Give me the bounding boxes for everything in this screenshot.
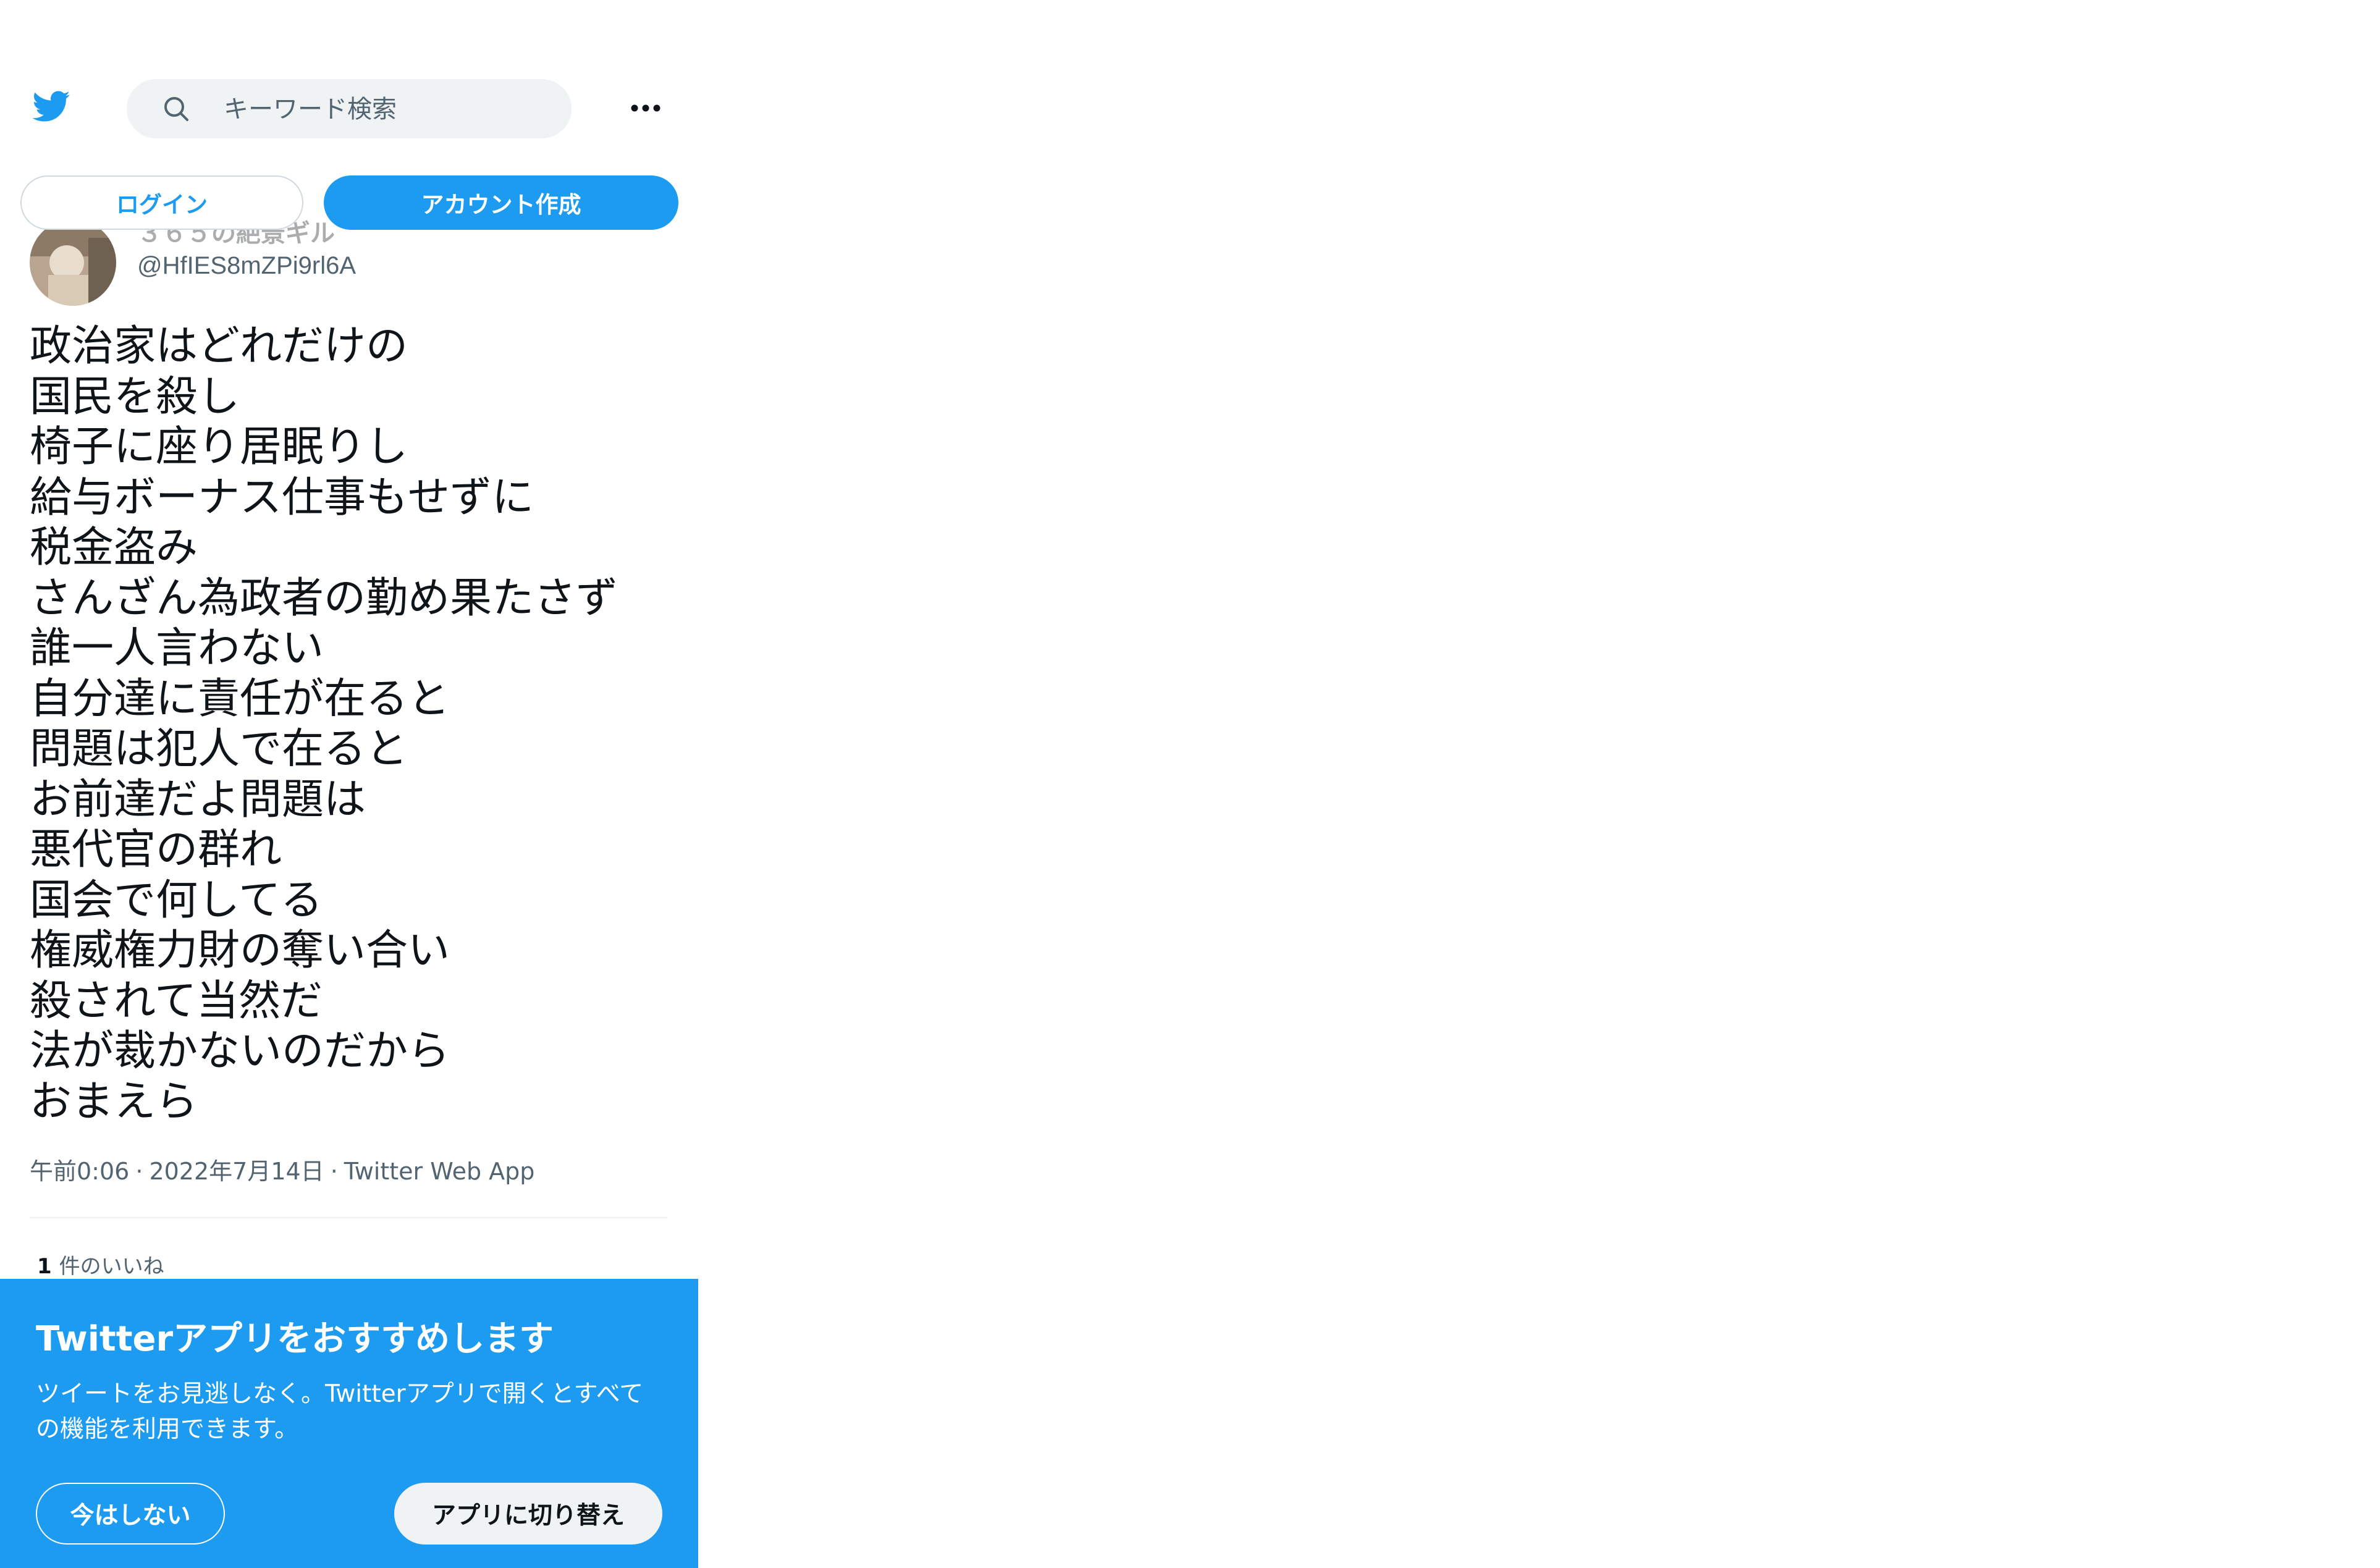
top-header [0,0,698,161]
tweet-time[interactable]: 午前0:06 [30,1158,129,1185]
likes-label: 件のいいね [59,1254,164,1279]
tweet-line: 悪代官の群れ [30,825,282,874]
switch-to-app-button[interactable]: アプリに切り替え [394,1483,662,1545]
twitter-bird-icon[interactable] [28,86,74,126]
search-input[interactable] [222,79,546,140]
tweet-line: 権威権力財の奪い合い [30,926,450,975]
promo-title: Twitterアプリをおすすめします [36,1319,554,1359]
tweet-source: Twitter Web App [344,1158,535,1185]
login-button[interactable]: ログイン [20,175,303,230]
tweet-line: 誰一人言わない [30,624,324,673]
tweet-text: 政治家はどれだけの 国民を殺し 椅子に座り居眠りし 給与ボーナス仕事もせずに 税… [30,321,685,1127]
author-handle[interactable]: @HfIES8mZPi9rl6A [137,252,356,280]
not-now-button[interactable]: 今はしない [36,1483,225,1545]
search-icon [161,94,191,124]
tweet-line: 給与ボーナス仕事もせずに [30,473,534,522]
tweet-line: 法が裁かないのだから [30,1027,450,1076]
tweet-line: おまえら [30,1077,198,1126]
divider [30,1217,667,1218]
meta-separator: · [330,1158,338,1185]
tweet-line: 自分達に責任が在ると [30,674,450,723]
promo-description: ツイートをお見逃しなく。Twitterアプリで開くとすべての機能を利用できます。 [36,1380,644,1443]
tweet-date[interactable]: 2022年7月14日 [149,1158,324,1185]
tweet-line: 政治家はどれだけの [30,322,408,371]
search-box[interactable] [127,79,572,140]
page: ログイン アカウント作成 ３６５の絶景ギル @HfIES8mZPi9rl6A 政… [0,0,2380,1568]
app-promo-banner: Twitterアプリをおすすめします ツイートをお見逃しなく。Twitterアプ… [0,1279,698,1568]
tweet-meta: 午前0:06 · 2022年7月14日 · Twitter Web App [30,1152,534,1186]
meta-separator: · [135,1158,143,1185]
tweet-line: 税金盗み [30,523,198,572]
likes-count: 1 [37,1254,52,1279]
avatar[interactable] [30,219,116,306]
tweet-line: 問題は犯人で在ると [30,725,408,773]
likes-link[interactable]: 1 件のいいね [37,1249,164,1279]
more-horizontal-icon[interactable] [624,93,667,124]
signup-button[interactable]: アカウント作成 [324,175,678,230]
mobile-column: ログイン アカウント作成 ３６５の絶景ギル @HfIES8mZPi9rl6A 政… [0,0,698,1568]
tweet-line: 椅子に座り居眠りし [30,423,408,471]
tweet-line: さんざん為政者の勤め果たさず [30,573,618,623]
tweet-line: 殺されて当然だ [30,976,323,1026]
tweet-line: お前達だよ問題は [30,775,366,824]
tweet-line: 国会で何してる [30,875,323,925]
tweet-line: 国民を殺し [30,372,240,421]
